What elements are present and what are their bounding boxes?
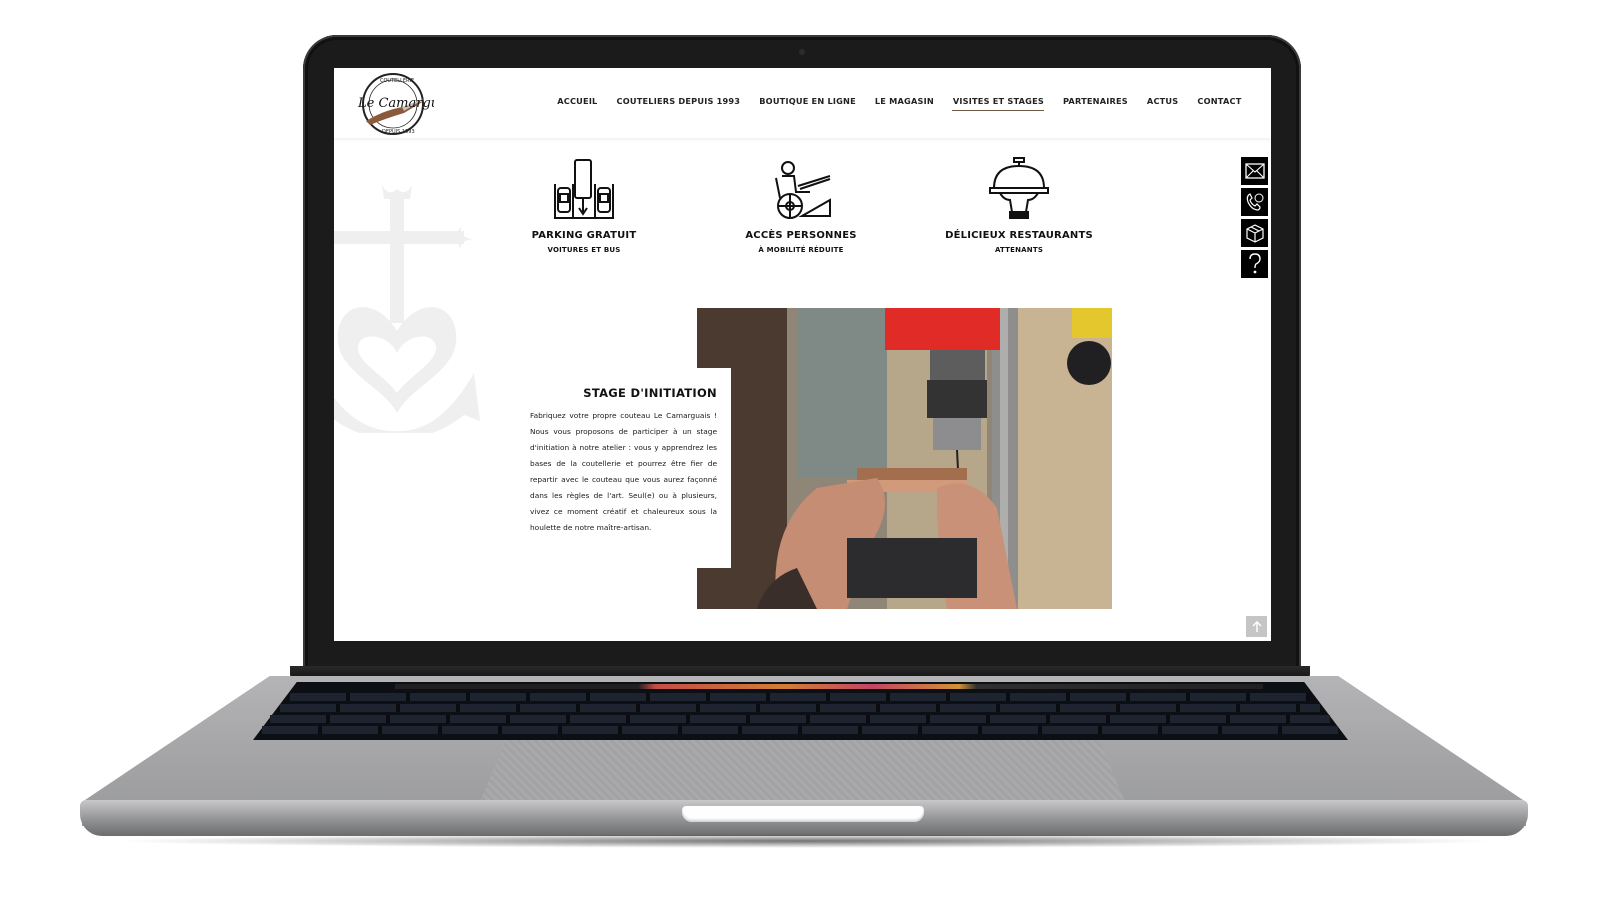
question-icon	[1248, 253, 1261, 274]
feature-subtitle: ATTENANTS	[994, 246, 1044, 254]
logo-text: Le Camarguais	[357, 96, 434, 111]
browser-viewport: Le Camarguais COUTELLERIE DEPUIS 1993 AC…	[334, 68, 1271, 641]
stage-card: STAGE D'INITIATION Fabriquez votre propr…	[519, 368, 731, 568]
stage-description: Fabriquez votre propre couteau Le Camarg…	[530, 411, 717, 532]
box-icon	[1245, 224, 1264, 243]
logo-ring-top: COUTELLERIE	[380, 78, 414, 84]
nav-partenaires[interactable]: PARTENAIRES	[1053, 96, 1137, 110]
laptop-camera	[799, 49, 805, 55]
parking-icon	[554, 159, 614, 219]
side-tool-mail[interactable]	[1241, 157, 1268, 185]
stage-title: STAGE D'INITIATION	[583, 386, 717, 400]
main-nav: ACCUEIL COUTELIERS DEPUIS 1993 BOUTIQUE …	[548, 96, 1251, 111]
laptop-trackpad	[480, 740, 1125, 802]
stage-photo	[697, 308, 1112, 609]
nav-actus[interactable]: ACTUS	[1137, 96, 1187, 110]
mail-icon	[1244, 163, 1265, 179]
nav-visites-stages[interactable]: VISITES ET STAGES	[943, 96, 1053, 111]
site-header: Le Camarguais COUTELLERIE DEPUIS 1993 AC…	[334, 68, 1271, 138]
nav-couteliers[interactable]: COUTELIERS DEPUIS 1993	[607, 96, 750, 110]
side-tool-shop[interactable]	[1241, 219, 1268, 247]
feature-title: PARKING GRATUIT	[531, 230, 637, 241]
wheelchair-icon	[775, 161, 831, 219]
phone-icon	[1246, 193, 1263, 211]
logo-ring-bottom: DEPUIS 1993	[382, 129, 415, 135]
cloche-icon	[989, 157, 1049, 219]
site-logo[interactable]: Le Camarguais COUTELLERIE DEPUIS 1993	[352, 71, 434, 137]
laptop-shadow	[110, 834, 1500, 848]
key-row	[270, 715, 1330, 723]
feature-subtitle: VOITURES ET BUS	[547, 246, 621, 254]
side-toolbar	[1241, 157, 1268, 281]
feature-accessibility: ACCÈS PERSONNES À MOBILITÉ RÉDUITE	[706, 158, 896, 254]
feature-title: ACCÈS PERSONNES	[745, 230, 857, 241]
laptop-notch	[682, 806, 924, 822]
laptop-touchbar	[395, 684, 1263, 689]
nav-accueil[interactable]: ACCUEIL	[548, 96, 607, 110]
side-tool-phone[interactable]	[1241, 188, 1268, 216]
drill-press-photo	[697, 308, 1112, 609]
key-row	[290, 693, 1310, 701]
arrow-up-icon	[1252, 620, 1261, 632]
nav-magasin[interactable]: LE MAGASIN	[865, 96, 943, 110]
feature-subtitle: À MOBILITÉ RÉDUITE	[758, 246, 844, 254]
features-row: PARKING GRATUIT VOITURES ET BUS ACCÈS PE…	[334, 153, 1271, 273]
feature-title: DÉLICIEUX RESTAURANTS	[945, 230, 1093, 241]
key-row	[262, 726, 1338, 734]
feature-restaurants: DÉLICIEUX RESTAURANTS ATTENANTS	[924, 156, 1114, 254]
nav-contact[interactable]: CONTACT	[1188, 96, 1251, 110]
nav-boutique[interactable]: BOUTIQUE EN LIGNE	[750, 96, 866, 110]
key-row	[280, 704, 1320, 712]
side-tool-help[interactable]	[1241, 250, 1268, 278]
feature-parking: PARKING GRATUIT VOITURES ET BUS	[489, 158, 679, 254]
scroll-top-button[interactable]	[1246, 616, 1267, 637]
